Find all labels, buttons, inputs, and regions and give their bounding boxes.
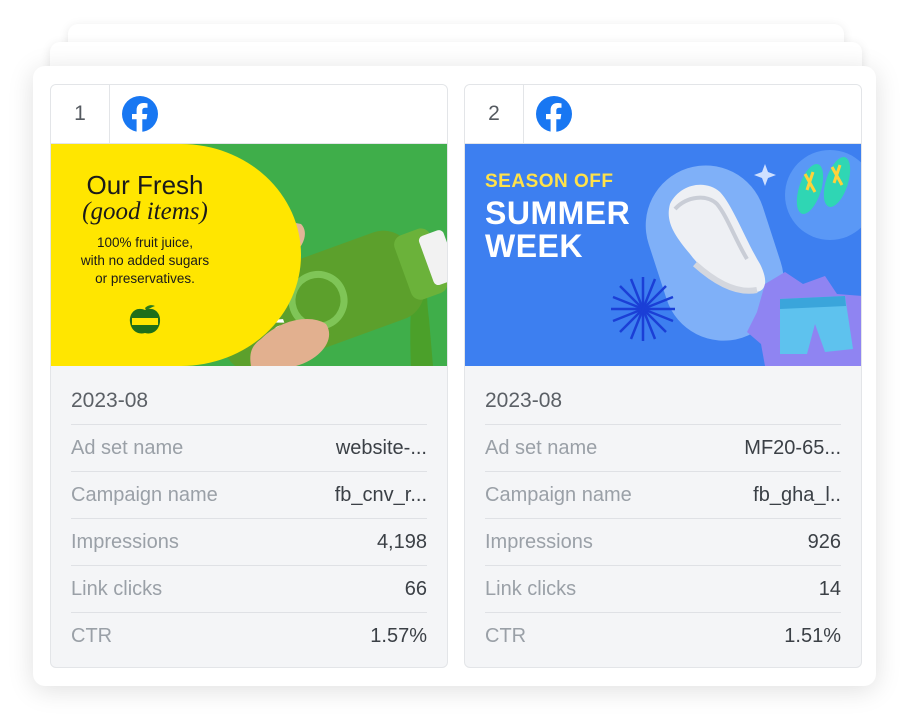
creative-headline: Our Fresh bbox=[86, 170, 204, 200]
metric-row-ctr: CTR 1.57% bbox=[71, 613, 427, 659]
metric-label: Ad set name bbox=[485, 436, 598, 459]
metrics-list: 2023-08 Ad set name MF20-65... Campaign … bbox=[465, 366, 861, 659]
metric-row-ad-set: Ad set name MF20-65... bbox=[485, 425, 841, 472]
creative-eyebrow: SEASON OFF bbox=[485, 171, 614, 192]
metric-label: Link clicks bbox=[485, 577, 577, 600]
metric-row-ctr: CTR 1.51% bbox=[485, 613, 841, 659]
card-header: 1 bbox=[51, 85, 447, 144]
metric-row-campaign: Campaign name fb_gha_l.. bbox=[485, 472, 841, 519]
metric-value: 1.51% bbox=[784, 624, 841, 647]
metric-label: Impressions bbox=[485, 530, 593, 553]
ad-card[interactable]: 2 SEASON OFF SUMMER WEEK 2023-08 Ad set … bbox=[464, 84, 862, 668]
metric-value: fb_cnv_r... bbox=[334, 483, 427, 506]
metric-label: CTR bbox=[71, 624, 113, 647]
metric-value: 14 bbox=[818, 577, 841, 600]
ad-card[interactable]: 1 yo gi Our Fresh (good items) 100 bbox=[50, 84, 448, 668]
metric-value: 4,198 bbox=[376, 530, 427, 553]
card-index: 1 bbox=[51, 85, 110, 143]
creative-body-line: or preservatives. bbox=[95, 271, 195, 286]
metric-row-campaign: Campaign name fb_cnv_r... bbox=[71, 472, 427, 519]
creative-body: 100% fruit juice, with no added sugars o… bbox=[51, 234, 239, 288]
metric-label: Link clicks bbox=[71, 577, 163, 600]
metric-value: website-... bbox=[335, 436, 427, 459]
creative-headline: SUMMER WEEK bbox=[485, 197, 630, 263]
metric-label: Ad set name bbox=[71, 436, 184, 459]
creative-headline-line: SUMMER bbox=[485, 195, 631, 231]
metric-row-link-clicks: Link clicks 66 bbox=[71, 566, 427, 613]
card-index: 2 bbox=[465, 85, 524, 143]
metrics-list: 2023-08 Ad set name website-... Campaign… bbox=[51, 366, 447, 659]
report-period: 2023-08 bbox=[485, 378, 841, 425]
yogi-juice-logo bbox=[129, 305, 161, 334]
metric-label: CTR bbox=[485, 624, 527, 647]
ad-creative-image[interactable]: SEASON OFF SUMMER WEEK bbox=[465, 144, 861, 366]
creative-body-line: 100% fruit juice, bbox=[96, 235, 194, 250]
metric-label: Campaign name bbox=[71, 483, 218, 506]
metric-value: 926 bbox=[807, 530, 841, 553]
metric-value: MF20-65... bbox=[744, 436, 841, 459]
creative-body-line: with no added sugars bbox=[80, 253, 210, 268]
metric-value: 66 bbox=[404, 577, 427, 600]
metric-value: fb_gha_l.. bbox=[753, 483, 841, 506]
ad-creative-image[interactable]: yo gi Our Fresh (good items) 100% fruit … bbox=[51, 144, 447, 366]
metric-row-ad-set: Ad set name website-... bbox=[71, 425, 427, 472]
facebook-icon bbox=[536, 96, 572, 132]
metric-row-impressions: Impressions 926 bbox=[485, 519, 841, 566]
report-period: 2023-08 bbox=[71, 378, 427, 425]
creative-headline-line: WEEK bbox=[485, 228, 583, 264]
metric-value: 1.57% bbox=[370, 624, 427, 647]
metric-row-link-clicks: Link clicks 14 bbox=[485, 566, 841, 613]
metric-label: Impressions bbox=[71, 530, 179, 553]
metric-row-impressions: Impressions 4,198 bbox=[71, 519, 427, 566]
creative-headline-italic: (good items) bbox=[82, 198, 208, 225]
facebook-icon bbox=[122, 96, 158, 132]
card-header: 2 bbox=[465, 85, 861, 144]
metric-label: Campaign name bbox=[485, 483, 632, 506]
